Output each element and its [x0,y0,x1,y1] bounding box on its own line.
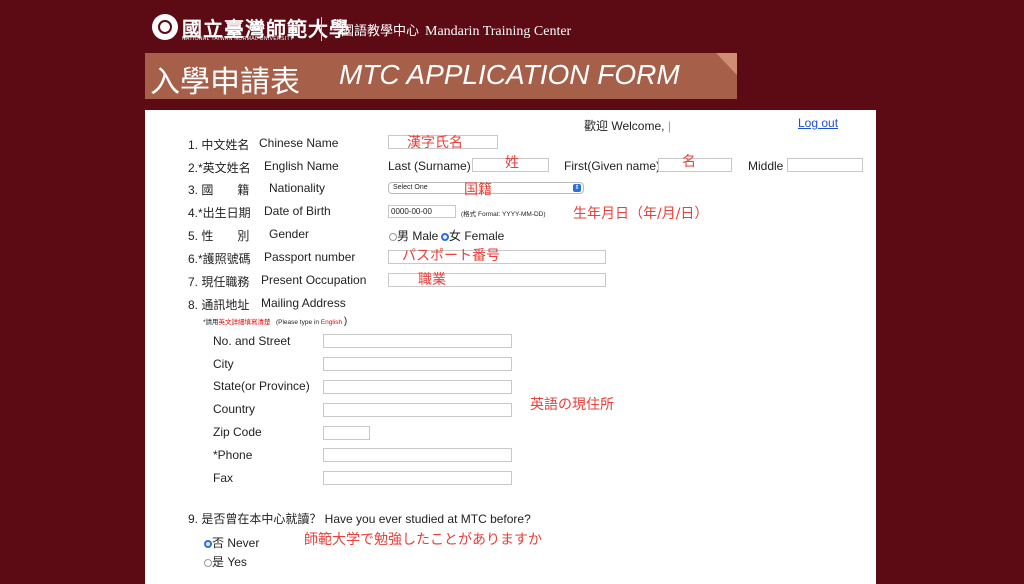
center-name: 國語教學中心 Mandarin Training Center [341,20,571,40]
center-name-cn: 國語教學中心 [341,24,420,39]
gender-female-option[interactable]: 女 Female [441,227,504,244]
center-name-en: Mandarin Training Center [425,24,572,39]
studied-before-question: 9. 是否曾在本中心就讀？ Have you ever studied at M… [188,512,531,526]
english-name-label-cn: 2.*英文姓名 [188,161,251,175]
last-name-annotation: 姓 [505,155,519,171]
studied-yes-option[interactable]: 是 Yes [204,553,247,570]
select-arrows-icon: ⇕ [573,184,581,192]
gender-label-cn: 5. 性 別 [188,229,250,243]
form-title-cn: 入學申請表 [150,65,300,100]
phone-input[interactable] [323,448,512,462]
occupation-label-en: Present Occupation [261,273,367,287]
city-label: City [213,357,234,371]
studied-before-annotation: 師範大学で勉強したことがありますか [304,532,542,548]
chinese-name-label-cn: 1. 中文姓名 [188,138,250,152]
birthdate-input[interactable] [388,205,456,218]
logout-link[interactable]: Log out [798,116,838,130]
birthdate-label-en: Date of Birth [264,204,331,218]
nationality-label-en: Nationality [269,181,326,195]
header-divider [321,17,322,41]
first-name-label: First(Given name) [564,159,661,173]
birthdate-annotation: 生年月日（年/月/日） [573,206,709,222]
nationality-annotation: 国籍 [464,182,492,198]
nationality-label-cn: 3. 國 籍 [188,183,250,197]
phone-label: *Phone [213,448,253,462]
radio-never-selected[interactable] [204,539,212,548]
fax-input[interactable] [323,471,512,485]
chinese-name-label-en: Chinese Name [259,136,339,150]
passport-label-en: Passport number [264,250,356,264]
country-label: Country [213,402,256,416]
middle-name-input[interactable] [787,158,863,172]
zip-input[interactable] [323,426,370,440]
birthdate-label-cn: 4.*出生日期 [188,206,251,220]
street-input[interactable] [323,334,512,348]
studied-yes-label: 是 Yes [212,555,247,569]
birthdate-format-hint: (格式 Format: YYYY-MM-DD) [461,211,546,218]
street-label: No. and Street [213,334,291,348]
studied-never-option[interactable]: 否 Never [204,534,259,551]
chinese-name-annotation: 漢字氏名 [407,135,463,151]
university-emblem-icon [152,14,178,40]
welcome-text: 歡迎 Welcome, | [584,119,671,133]
university-name-en: NATIONAL TAIWAN NORMAL UNIVERSITY [182,36,294,42]
address-language-hint: *請用英文詳細填寫清楚 (Please type in English ) [203,316,348,327]
middle-name-label: Middle [748,159,784,173]
radio-female-selected[interactable] [441,232,449,241]
state-label: State(or Province) [213,379,310,393]
first-name-annotation: 名 [682,154,696,170]
last-name-label: Last (Surname) [388,159,471,173]
gender-female-label: 女 Female [449,229,505,243]
address-label-cn: 8. 通訊地址 [188,298,250,312]
gender-male-option[interactable]: 男 Male [389,227,438,244]
banner-fold-decoration [716,53,737,75]
state-input[interactable] [323,380,512,394]
english-name-label-en: English Name [264,159,339,173]
gender-label-en: Gender [269,227,310,241]
address-annotation: 英語の現住所 [530,397,614,413]
country-input[interactable] [323,403,512,417]
occupation-label-cn: 7. 現任職務 [188,275,250,289]
studied-never-label: 否 Never [212,536,260,550]
fax-label: Fax [213,471,234,485]
nationality-selected-value: Select One [393,184,428,191]
gender-male-label: 男 Male [397,229,439,243]
passport-annotation: パスポート番号 [402,248,500,264]
radio-yes[interactable] [204,558,212,567]
radio-male[interactable] [389,232,397,241]
city-input[interactable] [323,357,512,371]
form-title-en: MTC APPLICATION FORM [339,59,680,90]
zip-label: Zip Code [213,425,262,439]
occupation-annotation: 職業 [418,272,446,288]
passport-label-cn: 6.*護照號碼 [188,252,251,266]
address-label-en: Mailing Address [261,296,346,310]
